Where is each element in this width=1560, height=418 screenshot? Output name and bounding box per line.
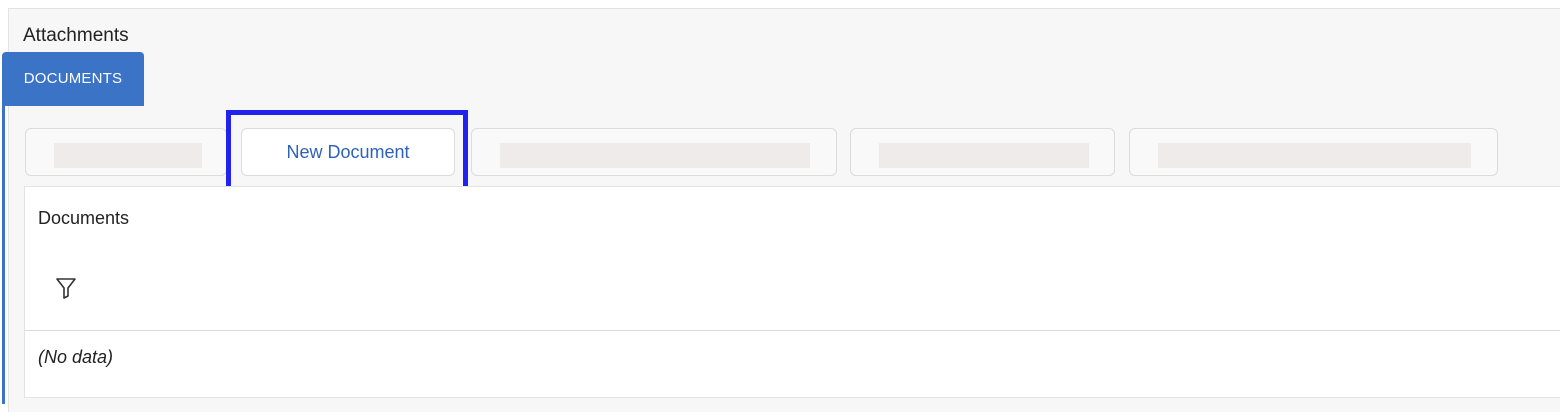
empty-state-text: (No data) [38, 347, 114, 367]
toolbar-button-5[interactable] [1129, 128, 1498, 176]
new-document-button[interactable]: New Document [241, 128, 455, 176]
redacted-label [54, 143, 202, 168]
documents-grid: Documents (No data) [24, 186, 1560, 398]
filter-funnel-icon[interactable] [53, 275, 79, 301]
grid-title: Documents [38, 208, 130, 228]
grid-divider [25, 330, 1560, 331]
toolbar-button-1[interactable] [25, 128, 227, 176]
toolbar-button-3[interactable] [471, 128, 837, 176]
redacted-label [879, 143, 1089, 168]
redacted-label [500, 143, 810, 168]
toolbar-button-4[interactable] [850, 128, 1115, 176]
tab-documents[interactable]: DOCUMENTS [2, 52, 144, 106]
redacted-label [1158, 143, 1471, 168]
panel-title: Attachments [23, 25, 129, 46]
